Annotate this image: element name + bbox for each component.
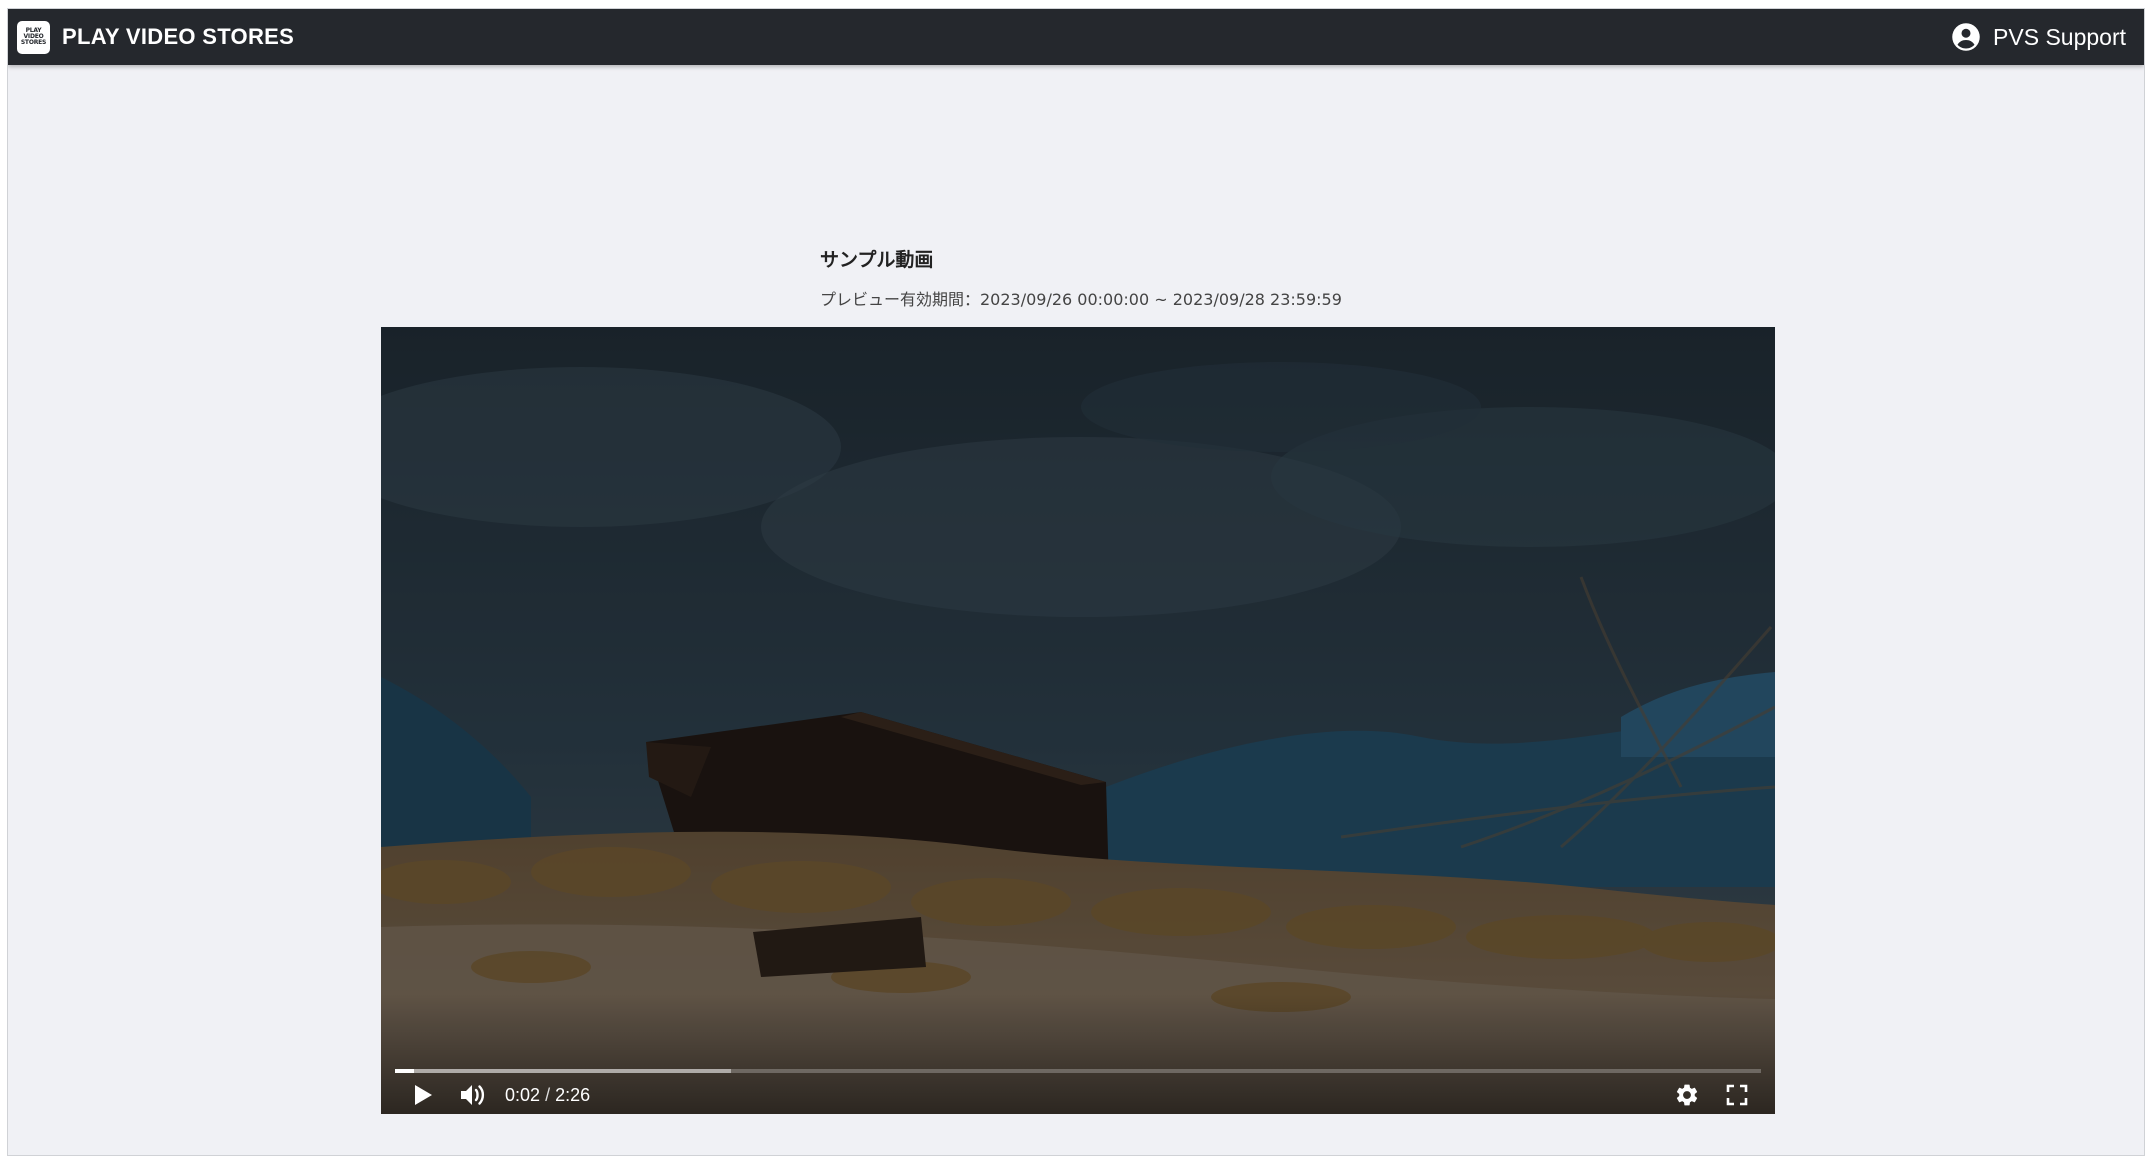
user-menu[interactable]: PVS Support — [1951, 22, 2126, 52]
play-icon — [415, 1085, 432, 1105]
settings-button[interactable] — [1671, 1079, 1703, 1111]
logo-line-3: STORES — [20, 39, 47, 46]
time-separator: / — [545, 1084, 551, 1105]
video-title: サンプル動画 — [820, 249, 934, 271]
brand[interactable]: PLAY VIDEO STORES PLAY VIDEO STORES — [17, 20, 295, 54]
buffered-bar — [395, 1069, 732, 1073]
top-navbar: PLAY VIDEO STORES PLAY VIDEO STORES PVS … — [8, 9, 2144, 65]
gear-icon — [1676, 1084, 1698, 1106]
played-bar — [395, 1069, 414, 1073]
video-player[interactable]: 0:02 / 2:26 — [381, 327, 1775, 1114]
user-name: PVS Support — [1993, 23, 2126, 50]
fullscreen-button[interactable] — [1721, 1079, 1753, 1111]
preview-period: プレビュー有効期間：2023/09/26 00:00:00 ~ 2023/09/… — [820, 290, 1342, 309]
player-controls: 0:02 / 2:26 — [381, 1075, 1775, 1114]
current-time: 0:02 — [505, 1084, 541, 1105]
account-circle-icon — [1952, 23, 1980, 51]
volume-icon — [461, 1085, 485, 1105]
duration: 2:26 — [555, 1084, 591, 1105]
volume-button[interactable] — [457, 1079, 489, 1111]
video-meta: サンプル動画 プレビュー有効期間：2023/09/26 00:00:00 ~ 2… — [820, 245, 1342, 310]
time-display: 0:02 / 2:26 — [505, 1085, 590, 1106]
seek-bar[interactable] — [395, 1069, 1761, 1073]
brand-logo: PLAY VIDEO STORES — [17, 20, 50, 54]
brand-name: PLAY VIDEO STORES — [62, 24, 295, 49]
app-frame: PLAY VIDEO STORES PLAY VIDEO STORES PVS … — [7, 8, 2145, 1156]
play-button[interactable] — [407, 1079, 439, 1111]
fullscreen-icon — [1726, 1084, 1748, 1106]
